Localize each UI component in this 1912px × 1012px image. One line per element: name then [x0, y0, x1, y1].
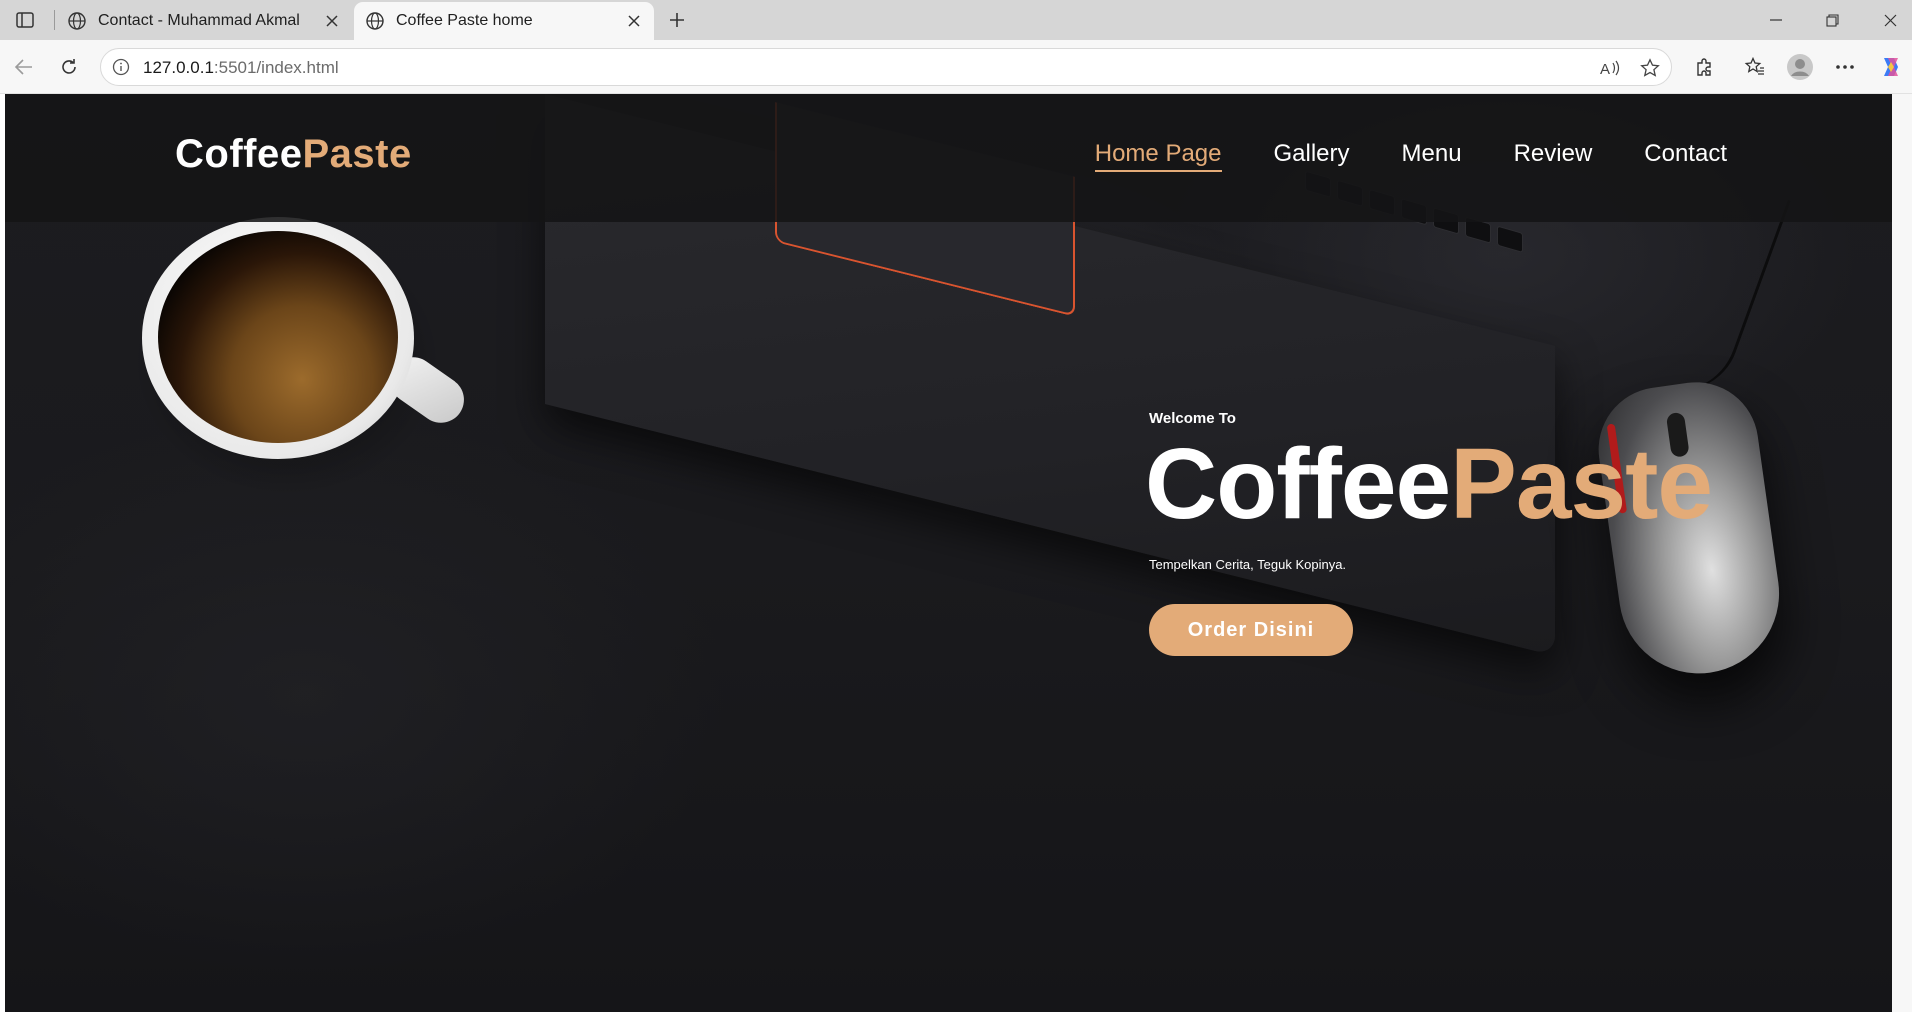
star-icon[interactable] [1639, 57, 1661, 79]
favorites-icon[interactable] [1740, 52, 1770, 82]
reload-icon[interactable] [54, 52, 84, 82]
nav-review[interactable]: Review [1514, 140, 1593, 172]
globe-icon [66, 10, 88, 32]
tab-title: Coffee Paste home [396, 12, 533, 29]
nav-home-page[interactable]: Home Page [1094, 140, 1222, 172]
url-text: 127.0.0.1:5501/index.html [143, 58, 339, 77]
tab-title: Contact - Muhammad Akmal [98, 12, 300, 29]
browser-toolbar: 127.0.0.1:5501/index.html A [0, 40, 1912, 94]
globe-icon [364, 10, 386, 32]
tab-separator [54, 10, 55, 30]
tab-contact[interactable]: Contact - Muhammad Akmal [56, 2, 352, 40]
hero-tagline: Tempelkan Cerita, Teguk Kopinya. [1149, 557, 1347, 572]
nav-menu[interactable]: Menu [1402, 140, 1462, 172]
scrollbar-gutter [1892, 94, 1912, 1012]
coffee-cup-image [132, 217, 473, 497]
info-icon[interactable] [111, 57, 131, 77]
tab-coffee-paste-home[interactable]: Coffee Paste home [354, 2, 654, 40]
order-button[interactable]: Order Disini [1149, 604, 1353, 656]
hero-section: Welcome To CoffeePaste Tempelkan Cerita,… [1145, 410, 1713, 656]
more-icon[interactable] [1830, 52, 1860, 82]
hero-welcome: Welcome To [1149, 410, 1236, 427]
tab-sidebar-icon[interactable] [12, 8, 38, 32]
site-header: CoffeePaste Home Page Gallery Menu Revie… [5, 94, 1897, 222]
puzzle-icon[interactable] [1690, 52, 1720, 82]
nav-gallery[interactable]: Gallery [1274, 140, 1350, 172]
copilot-icon[interactable] [1876, 52, 1906, 82]
restore-icon[interactable] [1812, 4, 1852, 36]
hero-title: CoffeePaste [1145, 428, 1713, 540]
close-icon[interactable] [624, 11, 644, 31]
site-logo[interactable]: CoffeePaste [175, 132, 412, 177]
svg-text:A: A [1600, 61, 1610, 77]
minimize-icon[interactable] [1756, 4, 1796, 36]
address-bar[interactable]: 127.0.0.1:5501/index.html A [100, 48, 1672, 86]
read-aloud-icon[interactable]: A [1599, 57, 1621, 79]
close-icon[interactable] [322, 11, 342, 31]
back-arrow-icon[interactable] [9, 52, 39, 82]
window-close-icon[interactable] [1870, 4, 1910, 36]
main-nav: Home Page Gallery Menu Review Contact [1094, 140, 1727, 172]
profile-icon[interactable] [1785, 52, 1815, 82]
browser-tab-bar: Contact - Muhammad Akmal Coffee Paste ho… [0, 0, 1912, 40]
plus-icon[interactable] [664, 8, 690, 32]
nav-contact[interactable]: Contact [1644, 140, 1727, 172]
page-viewport: CoffeePaste Home Page Gallery Menu Revie… [5, 94, 1897, 1012]
